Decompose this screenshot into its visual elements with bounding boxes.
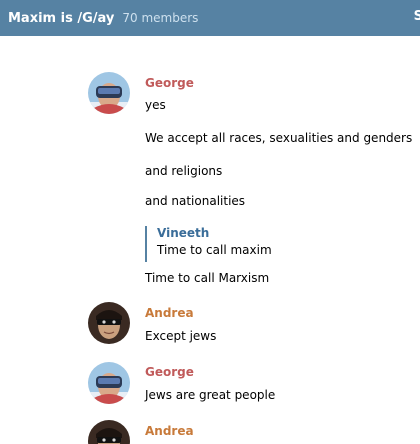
message-text: Jews are great people — [145, 388, 276, 402]
reply-quote-text: Time to call maxim — [157, 243, 272, 257]
reply-sender-name: Vineeth — [157, 226, 210, 240]
message-text: Except jews — [145, 329, 217, 343]
message-text: and religions — [145, 164, 223, 178]
masked-face-avatar-icon[interactable] — [88, 420, 130, 444]
message-text: We accept all races, sexualities and gen… — [145, 131, 413, 145]
masked-face-avatar-icon[interactable] — [88, 302, 130, 344]
vr-headset-avatar-icon[interactable] — [88, 72, 130, 114]
sender-name[interactable]: George — [145, 76, 194, 90]
group-title[interactable]: Maxim is /G/ay — [8, 11, 114, 26]
sender-name[interactable]: George — [145, 365, 194, 379]
sender-name[interactable]: Andrea — [145, 424, 194, 438]
sender-name[interactable]: Andrea — [145, 306, 194, 320]
message-text: Time to call Marxism — [145, 271, 270, 285]
chat-header[interactable]: Maxim is /G/ay 70 members S — [0, 0, 420, 36]
message-list[interactable]: George yes We accept all races, sexualit… — [0, 36, 420, 444]
message-text: and nationalities — [145, 194, 246, 208]
vr-headset-avatar-icon[interactable] — [88, 362, 130, 404]
header-right-fragment[interactable]: S — [414, 9, 420, 24]
member-count[interactable]: 70 members — [122, 11, 198, 25]
reply-quote[interactable]: Vineeth Time to call maxim — [145, 226, 272, 262]
message-text: yes — [145, 98, 166, 112]
